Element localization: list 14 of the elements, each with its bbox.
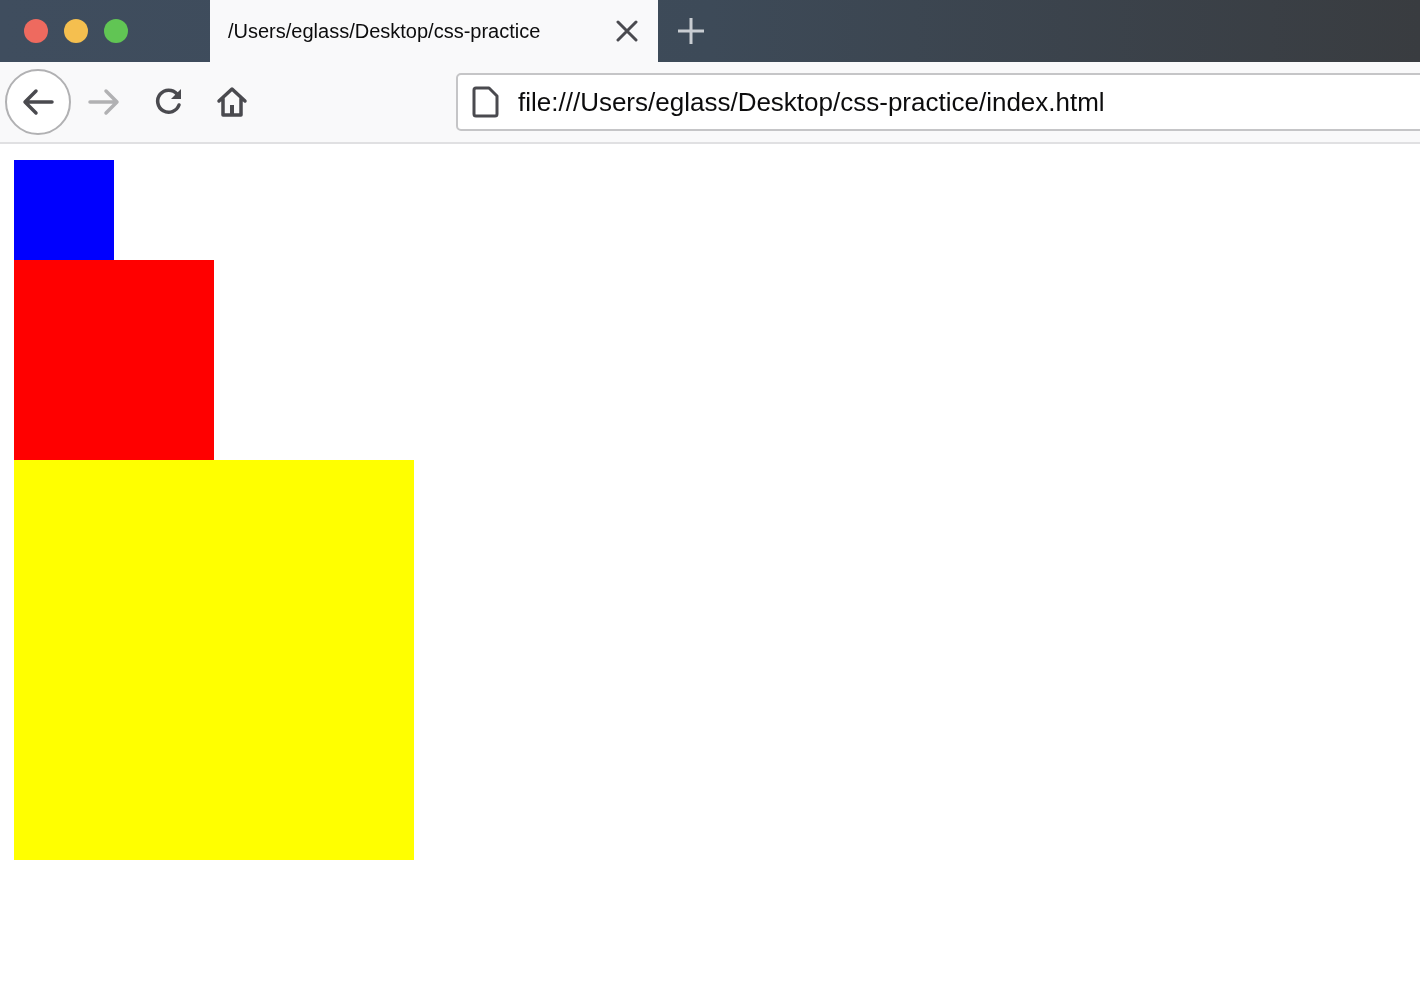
url-text: file:///Users/eglass/Desktop/css-practice/index.html <box>518 85 1105 119</box>
maximize-window-button[interactable] <box>104 19 128 43</box>
tab[interactable]: /Users/eglass/Desktop/css-practice <box>210 0 658 62</box>
forward-arrow-icon <box>88 88 120 116</box>
address-bar[interactable]: file:///Users/eglass/Desktop/css-practice/index.html <box>456 73 1420 131</box>
home-icon <box>216 86 248 118</box>
close-tab-icon[interactable] <box>616 20 638 42</box>
plus-icon <box>676 16 706 46</box>
minimize-window-button[interactable] <box>64 19 88 43</box>
tab-title: /Users/eglass/Desktop/css-practice <box>228 19 542 44</box>
close-window-button[interactable] <box>24 19 48 43</box>
home-button[interactable] <box>214 84 250 120</box>
page-icon <box>472 86 500 118</box>
back-arrow-icon <box>22 88 54 116</box>
